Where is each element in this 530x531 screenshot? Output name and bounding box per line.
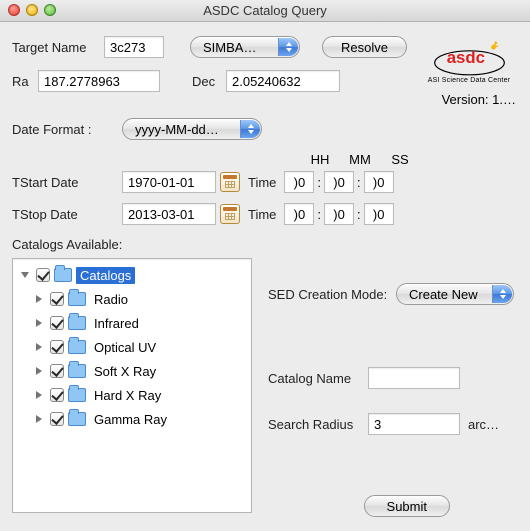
mm-header: MM	[340, 152, 380, 167]
tree-row-root[interactable]: Catalogs	[15, 263, 249, 287]
checkbox[interactable]	[50, 340, 64, 354]
tstop-input[interactable]	[122, 203, 216, 225]
tree-row[interactable]: Radio	[15, 287, 249, 311]
zoom-icon[interactable]	[44, 4, 56, 16]
tstop-ss-input[interactable]	[364, 203, 394, 225]
target-name-label: Target Name	[12, 40, 104, 55]
target-name-input[interactable]	[104, 36, 164, 58]
window-title: ASDC Catalog Query	[203, 3, 327, 18]
resolve-button[interactable]: Resolve	[322, 36, 407, 58]
disclosure-triangle-icon[interactable]	[32, 367, 46, 375]
folder-icon	[68, 316, 86, 330]
checkbox[interactable]	[50, 316, 64, 330]
checkbox[interactable]	[50, 292, 64, 306]
disclosure-triangle-icon[interactable]	[32, 391, 46, 399]
radius-unit-label: arc…	[468, 417, 499, 432]
window-controls	[8, 4, 56, 16]
window-titlebar: ASDC Catalog Query	[0, 0, 530, 22]
tree-row[interactable]: Soft X Ray	[15, 359, 249, 383]
search-radius-input[interactable]	[368, 413, 460, 435]
dec-label: Dec	[192, 74, 226, 89]
chevron-updown-icon	[240, 120, 260, 138]
submit-button[interactable]: Submit	[364, 495, 450, 517]
tree-label[interactable]: Hard X Ray	[90, 387, 165, 404]
tstart-hh-input[interactable]	[284, 171, 314, 193]
disclosure-triangle-icon[interactable]	[32, 415, 46, 423]
logo-text: asdc	[446, 48, 484, 67]
ss-header: SS	[380, 152, 420, 167]
disclosure-triangle-icon[interactable]	[32, 319, 46, 327]
tstop-mm-input[interactable]	[324, 203, 354, 225]
date-format-value: yyyy-MM-dd…	[135, 122, 219, 137]
sed-mode-label: SED Creation Mode:	[268, 287, 396, 302]
folder-icon	[68, 292, 86, 306]
tree-row[interactable]: Optical UV	[15, 335, 249, 359]
checkbox[interactable]	[50, 364, 64, 378]
tree-label[interactable]: Optical UV	[90, 339, 160, 356]
logo-caption: ASI Science Data Center	[424, 77, 514, 84]
resolver-combo-label: SIMBA…	[203, 40, 256, 55]
checkbox[interactable]	[36, 268, 50, 282]
tree-label[interactable]: Infrared	[90, 315, 143, 332]
folder-icon	[68, 412, 86, 426]
version-label: Version: 1.…	[442, 92, 516, 107]
folder-icon	[68, 388, 86, 402]
disclosure-triangle-icon[interactable]	[32, 343, 46, 351]
tstart-ss-input[interactable]	[364, 171, 394, 193]
ra-label: Ra	[12, 74, 38, 89]
catalog-name-input[interactable]	[368, 367, 460, 389]
asdc-logo: asdc ASI Science Data Center	[424, 40, 514, 84]
close-icon[interactable]	[8, 4, 20, 16]
tstop-label: TStop Date	[12, 207, 122, 222]
minimize-icon[interactable]	[26, 4, 38, 16]
calendar-icon[interactable]	[220, 204, 240, 224]
tstop-hh-input[interactable]	[284, 203, 314, 225]
tree-row[interactable]: Gamma Ray	[15, 407, 249, 431]
checkbox[interactable]	[50, 388, 64, 402]
search-radius-label: Search Radius	[268, 417, 368, 432]
catalogs-available-label: Catalogs Available:	[12, 237, 520, 252]
chevron-updown-icon	[492, 285, 512, 303]
time-label-1: Time	[248, 175, 276, 190]
hh-header: HH	[300, 152, 340, 167]
date-format-combo[interactable]: yyyy-MM-dd…	[122, 118, 262, 140]
tstart-mm-input[interactable]	[324, 171, 354, 193]
catalog-tree[interactable]: Catalogs Radio Infrared Optical UV Soft X R…	[12, 258, 252, 513]
tstart-label: TStart Date	[12, 175, 122, 190]
tree-label[interactable]: Gamma Ray	[90, 411, 171, 428]
folder-icon	[54, 268, 72, 282]
folder-icon	[68, 364, 86, 378]
tree-label[interactable]: Radio	[90, 291, 132, 308]
calendar-icon[interactable]	[220, 172, 240, 192]
tree-row[interactable]: Hard X Ray	[15, 383, 249, 407]
sed-mode-value: Create New	[409, 287, 478, 302]
tree-label-root[interactable]: Catalogs	[76, 267, 135, 284]
disclosure-triangle-icon[interactable]	[18, 272, 32, 278]
tree-label[interactable]: Soft X Ray	[90, 363, 160, 380]
catalog-name-label: Catalog Name	[268, 371, 368, 386]
chevron-updown-icon	[278, 38, 298, 56]
dec-input[interactable]	[226, 70, 340, 92]
tstart-input[interactable]	[122, 171, 216, 193]
disclosure-triangle-icon[interactable]	[32, 295, 46, 303]
time-label-2: Time	[248, 207, 276, 222]
checkbox[interactable]	[50, 412, 64, 426]
folder-icon	[68, 340, 86, 354]
date-format-label: Date Format :	[12, 122, 122, 137]
resolver-combo[interactable]: SIMBA…	[190, 36, 300, 58]
sed-mode-combo[interactable]: Create New	[396, 283, 514, 305]
tree-row[interactable]: Infrared	[15, 311, 249, 335]
ra-input[interactable]	[38, 70, 160, 92]
